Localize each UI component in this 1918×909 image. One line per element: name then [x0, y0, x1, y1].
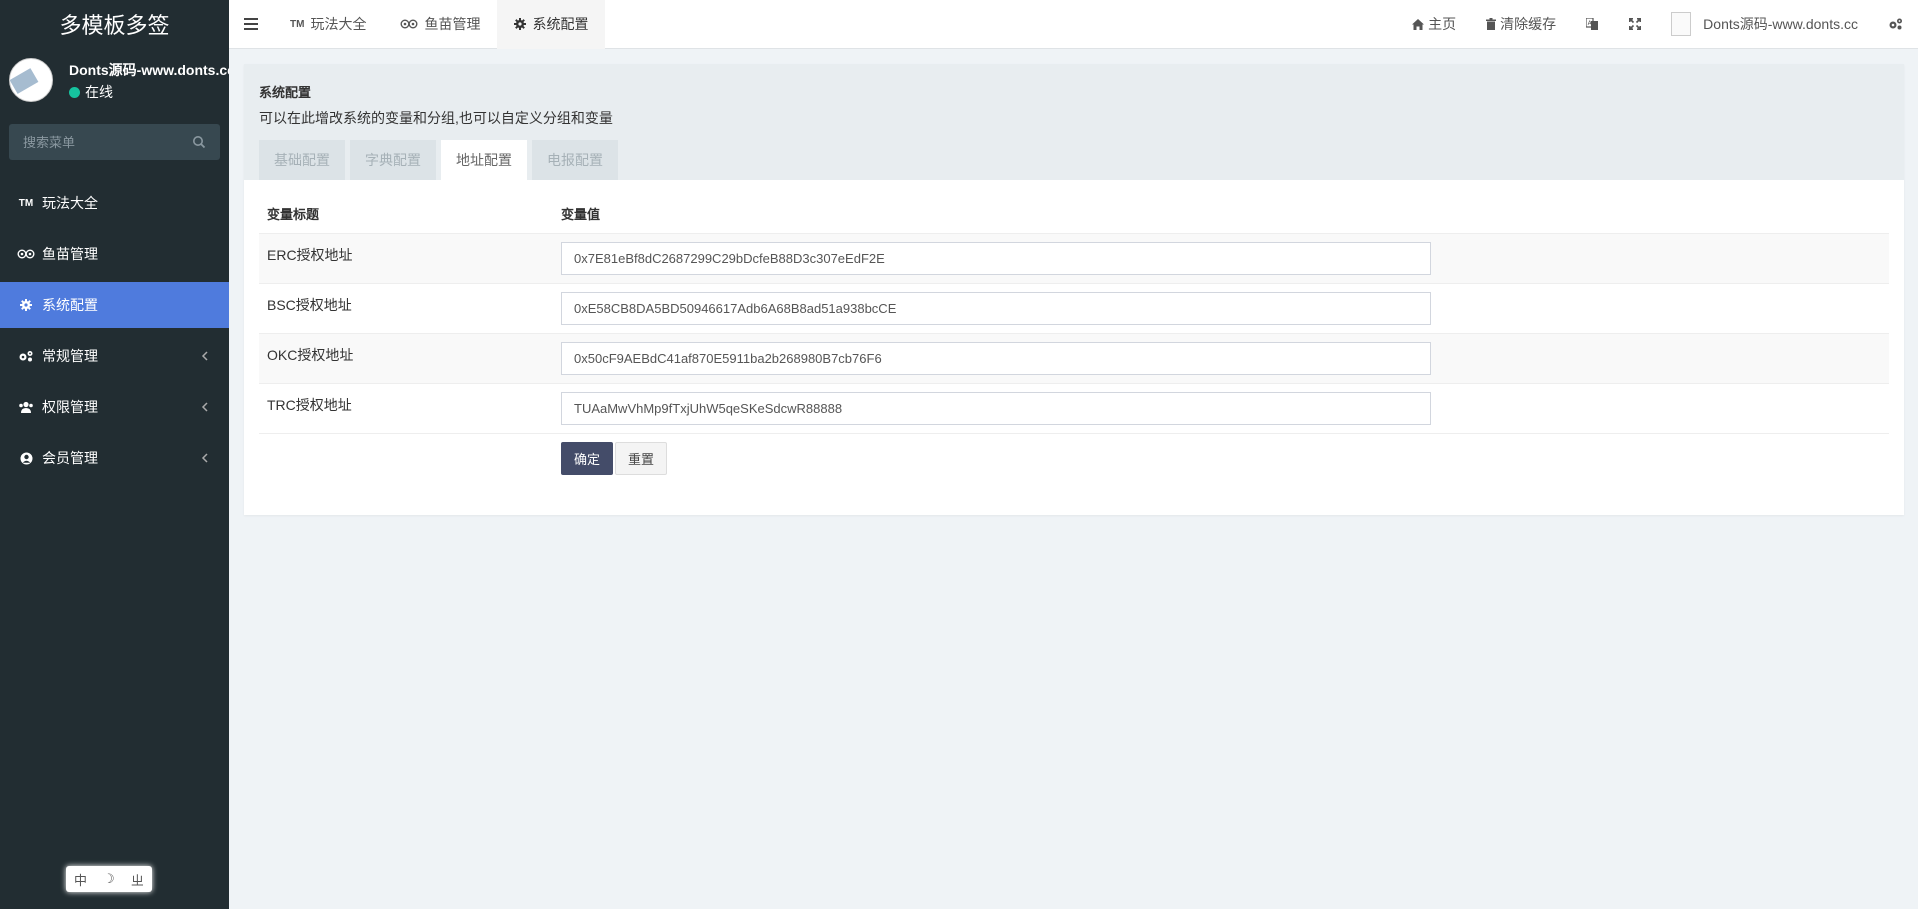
- sidebar-menu: TM 玩法大全 鱼苗管理 系统配置 常规管理 权限管理 会员管理: [0, 180, 229, 481]
- lang-chinese-button[interactable]: 中: [74, 870, 87, 889]
- user-name: Donts源码-www.donts.cc: [69, 62, 229, 78]
- users-icon: [16, 401, 36, 413]
- sidebar: 多模板多签 Donts源码-www.donts.cc 在线 TM 玩法大全 鱼苗…: [0, 0, 229, 909]
- clear-cache-button[interactable]: 清除缓存: [1471, 0, 1571, 49]
- chevron-left-icon: [201, 453, 208, 463]
- table-row: ERC授权地址: [259, 233, 1889, 284]
- navbar-right: 主页 清除缓存 A Donts源码-www.donts.cc: [1397, 0, 1918, 49]
- online-dot-icon: [69, 86, 80, 98]
- row-title: ERC授权地址: [259, 233, 553, 284]
- chevron-left-icon: [201, 402, 208, 412]
- tripadvisor-icon: [400, 19, 418, 29]
- sidebar-item-label: 权限管理: [42, 399, 98, 415]
- trademark-icon: TM: [18, 197, 34, 209]
- hamburger-icon[interactable]: [244, 18, 258, 30]
- fullscreen-button[interactable]: [1614, 0, 1656, 49]
- table-row: BSC授权地址: [259, 283, 1889, 334]
- column-header-value: 变量值: [553, 195, 1889, 234]
- tab-label: 玩法大全: [310, 16, 367, 32]
- config-table: 变量标题 变量值 ERC授权地址 BSC授权地址 OKC授权地址 TRC授权地址: [259, 195, 1889, 483]
- row-value-cell: [553, 283, 1889, 334]
- user-circle-icon: [16, 452, 36, 465]
- trash-icon: [1486, 18, 1497, 30]
- sidebar-item-label: 系统配置: [42, 297, 98, 313]
- sidebar-item-label: 玩法大全: [42, 195, 98, 211]
- language-toolbar[interactable]: 中 ☽ ㄓ: [66, 866, 152, 892]
- home-label: 主页: [1428, 16, 1457, 32]
- tab-gameplay[interactable]: TM 玩法大全: [273, 0, 383, 49]
- row-value-cell: [553, 383, 1889, 434]
- confirm-button[interactable]: 确定: [561, 441, 614, 475]
- config-panel: 系统配置 可以在此增改系统的变量和分组,也可以自定义分组和变量 基础配置 字典配…: [244, 64, 1904, 515]
- tab-fish[interactable]: 鱼苗管理: [383, 0, 497, 49]
- bsc-address-input[interactable]: [561, 291, 1431, 325]
- sidebar-item-label: 鱼苗管理: [42, 246, 98, 262]
- user-status: 在线: [69, 82, 113, 102]
- tab-label: 鱼苗管理: [424, 16, 481, 32]
- row-value-cell: [553, 333, 1889, 384]
- top-navbar: TM 玩法大全 鱼苗管理 系统配置 主页 清除缓存 A Donts源码-www.…: [229, 0, 1918, 49]
- row-title: OKC授权地址: [259, 333, 553, 384]
- panel-title: 系统配置: [259, 85, 312, 100]
- sidebar-item-gameplay[interactable]: TM 玩法大全: [0, 180, 229, 226]
- search-input[interactable]: [9, 124, 220, 160]
- brand-logo-text[interactable]: 多模板多签: [0, 0, 229, 48]
- table-row: TRC授权地址: [259, 383, 1889, 434]
- settings-button[interactable]: [1873, 0, 1918, 49]
- avatar: [9, 58, 53, 102]
- tab-system-config[interactable]: 系统配置: [497, 0, 606, 49]
- trc-address-input[interactable]: [561, 391, 1431, 425]
- tripadvisor-icon: [16, 248, 36, 260]
- gear-icon: [514, 18, 527, 30]
- clear-cache-label: 清除缓存: [1500, 16, 1557, 32]
- panel-description: 可以在此增改系统的变量和分组,也可以自定义分组和变量: [259, 110, 613, 126]
- status-text: 在线: [85, 84, 113, 100]
- gears-icon: [1889, 18, 1902, 30]
- expand-icon: [1629, 18, 1642, 30]
- row-title: BSC授权地址: [259, 283, 553, 334]
- okc-address-input[interactable]: [561, 341, 1431, 375]
- erc-address-input[interactable]: [561, 241, 1431, 275]
- home-icon: [1412, 18, 1425, 30]
- tab-telegram-config[interactable]: 电报配置: [532, 140, 618, 180]
- tab-dictionary-config[interactable]: 字典配置: [350, 140, 436, 180]
- avatar: [1671, 12, 1692, 36]
- row-value-cell: [553, 233, 1889, 284]
- sidebar-item-permissions[interactable]: 权限管理: [0, 384, 229, 430]
- gears-icon: [16, 350, 36, 362]
- search-icon[interactable]: [192, 135, 206, 149]
- sidebar-item-fish[interactable]: 鱼苗管理: [0, 231, 229, 277]
- table-row: OKC授权地址: [259, 333, 1889, 384]
- reset-button[interactable]: 重置: [615, 441, 668, 475]
- sidebar-item-general[interactable]: 常规管理: [0, 333, 229, 379]
- translate-button[interactable]: A: [1571, 0, 1614, 49]
- tab-address-config[interactable]: 地址配置: [441, 140, 527, 180]
- form-actions-row: 确定 重置: [259, 433, 1889, 483]
- user-name: Donts源码-www.donts.cc: [1703, 16, 1858, 32]
- column-header-title: 变量标题: [259, 195, 553, 234]
- panel-heading: 系统配置 可以在此增改系统的变量和分组,也可以自定义分组和变量 基础配置 字典配…: [244, 64, 1904, 180]
- home-link[interactable]: 主页: [1397, 0, 1471, 49]
- gear-icon: [16, 299, 36, 311]
- user-panel: Donts源码-www.donts.cc 在线: [0, 48, 229, 112]
- lang-option-button[interactable]: ㄓ: [131, 870, 144, 889]
- moon-mode-button[interactable]: ☽: [103, 871, 115, 887]
- trademark-icon: TM: [290, 18, 305, 30]
- chevron-left-icon: [201, 351, 208, 361]
- sidebar-item-system-config[interactable]: 系统配置: [0, 282, 229, 328]
- user-menu[interactable]: Donts源码-www.donts.cc: [1656, 0, 1873, 49]
- sidebar-item-members[interactable]: 会员管理: [0, 435, 229, 481]
- row-title: TRC授权地址: [259, 383, 553, 434]
- sidebar-search: [9, 124, 220, 160]
- sidebar-toggle[interactable]: [229, 0, 273, 49]
- tab-basic-config[interactable]: 基础配置: [259, 140, 345, 180]
- translate-icon: A: [1586, 18, 1599, 30]
- config-tabs: 基础配置 字典配置 地址配置 电报配置: [259, 140, 618, 180]
- sidebar-item-label: 会员管理: [42, 450, 98, 466]
- tab-label: 系统配置: [532, 16, 589, 32]
- sidebar-item-label: 常规管理: [42, 348, 98, 364]
- empty-cell: [259, 433, 553, 483]
- actions-cell: 确定 重置: [553, 433, 1889, 483]
